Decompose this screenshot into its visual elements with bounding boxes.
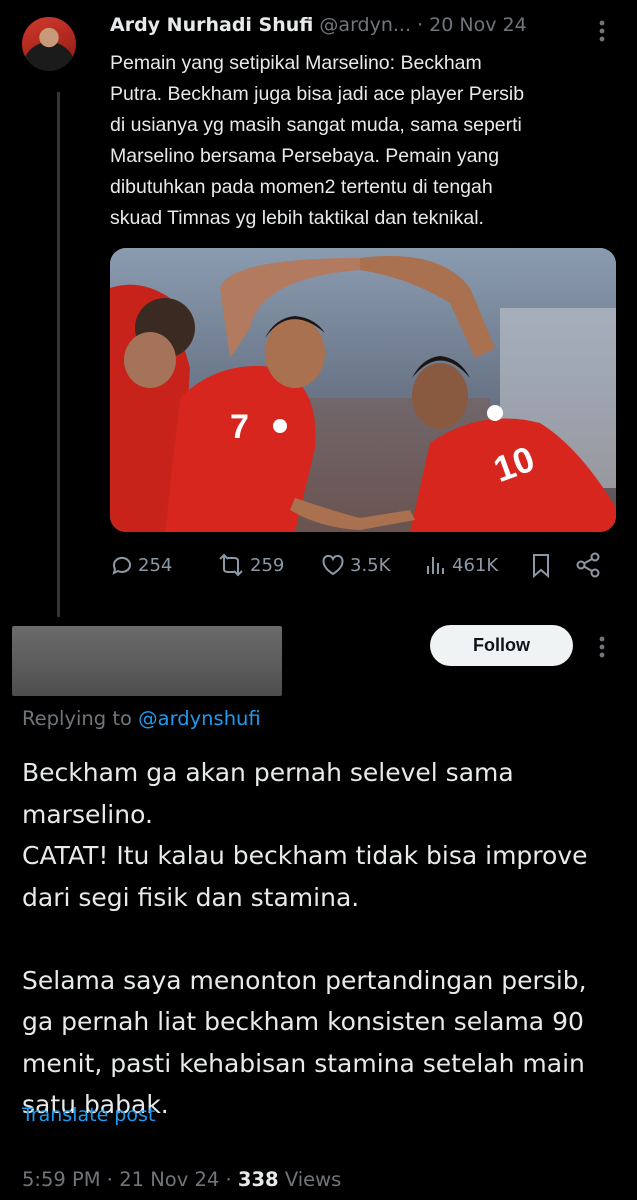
repost-icon: [219, 553, 243, 577]
repost-count: 259: [250, 554, 285, 576]
translate-post-link[interactable]: Translate post: [22, 1104, 155, 1126]
post-time[interactable]: 5:59 PM: [22, 1168, 101, 1191]
svg-text:7: 7: [230, 408, 249, 446]
author-name[interactable]: Ardy Nurhadi Shufi: [110, 14, 313, 36]
reply-more-options-icon[interactable]: [592, 634, 612, 660]
reply-action[interactable]: 254: [110, 548, 172, 582]
views-count: 461K: [452, 554, 499, 576]
thread-connector-line: [57, 92, 60, 617]
share-icon[interactable]: [575, 552, 601, 578]
repost-action[interactable]: 259: [216, 548, 284, 582]
views-count-value: 338: [237, 1168, 279, 1191]
post-meta: 5:59 PM · 21 Nov 24 · 338 Views: [22, 1168, 341, 1191]
views-action[interactable]: 461K: [424, 548, 498, 582]
post-header: Ardy Nurhadi Shufi @ardyn... · 20 Nov 24: [110, 14, 610, 44]
reply-text: Beckham ga akan pernah selevel sama mars…: [22, 758, 588, 1119]
heart-icon: [322, 554, 344, 576]
redacted-reply-author: [12, 626, 282, 696]
post-text: Pemain yang setipikal Marselino: Beckham…: [110, 52, 525, 229]
replying-mention[interactable]: @ardynshufi: [138, 707, 261, 730]
views-label: Views: [284, 1168, 342, 1191]
meta-separator-2: ·: [225, 1168, 232, 1191]
more-options-icon[interactable]: [592, 18, 612, 44]
author-handle[interactable]: @ardyn...: [319, 14, 411, 36]
post-date[interactable]: 21 Nov 24: [119, 1168, 219, 1191]
bookmark-icon[interactable]: [530, 553, 552, 579]
like-action[interactable]: 3.5K: [320, 548, 390, 582]
analytics-icon: [427, 557, 444, 574]
meta-separator-1: ·: [106, 1168, 113, 1191]
header-separator: ·: [417, 14, 424, 36]
post-actions-bar: 254 259 3.5K 461K: [110, 548, 610, 582]
post-date[interactable]: 20 Nov 24: [429, 14, 527, 36]
follow-button[interactable]: Follow: [430, 625, 573, 666]
reply-count: 254: [138, 554, 173, 576]
author-avatar[interactable]: [22, 17, 76, 71]
reply-icon: [112, 556, 131, 575]
replying-prefix: Replying to: [22, 707, 132, 730]
like-count: 3.5K: [350, 554, 391, 576]
replying-to-line: Replying to @ardynshufi: [22, 707, 261, 730]
post-media-image[interactable]: 7 10: [110, 248, 616, 532]
